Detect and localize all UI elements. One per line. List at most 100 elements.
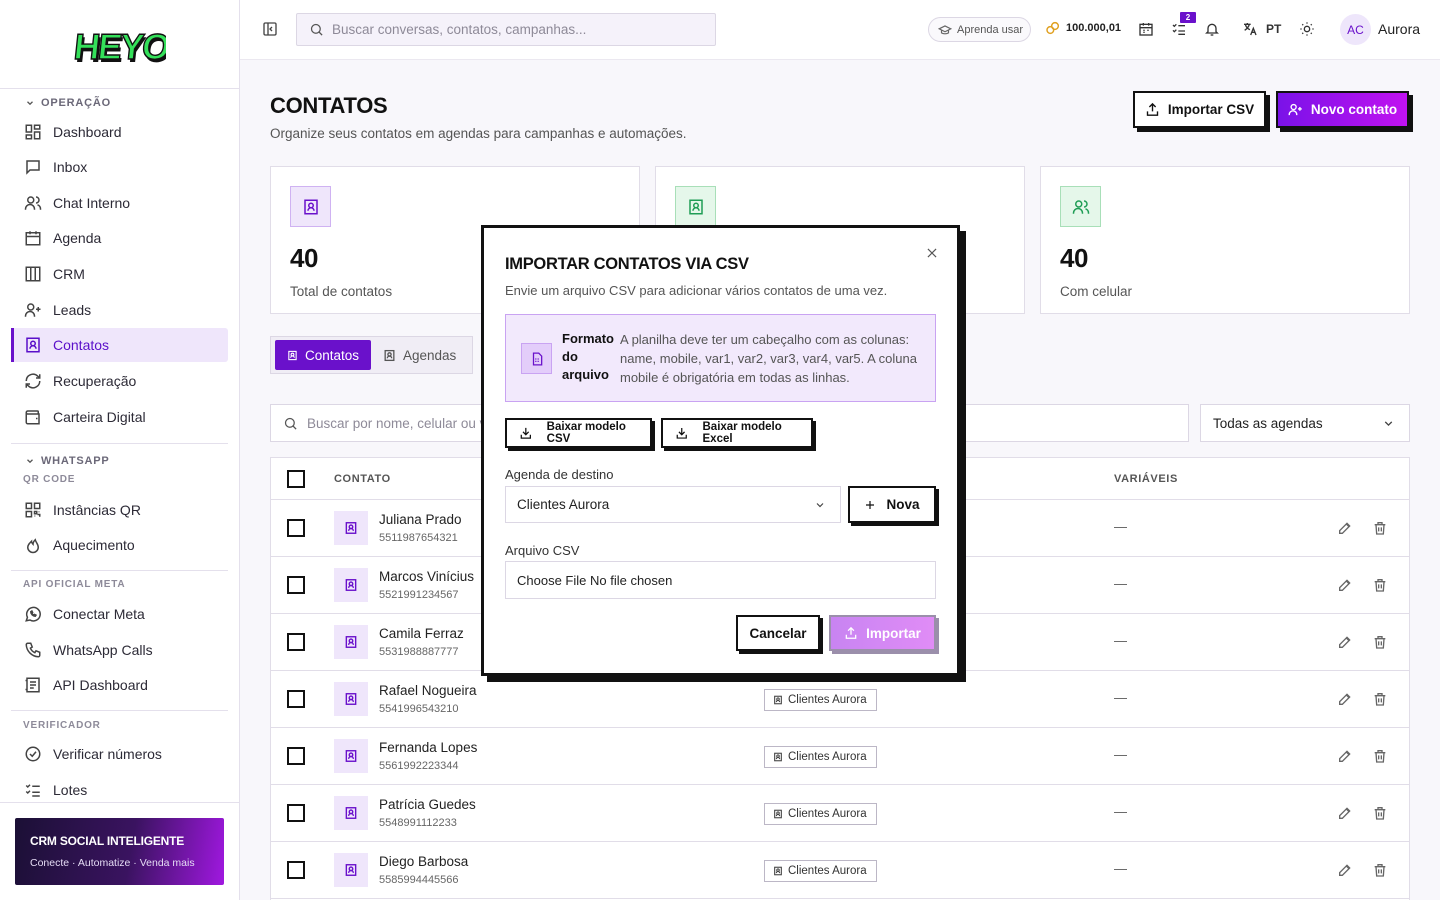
pencil-icon[interactable] <box>1337 691 1353 707</box>
language-switcher[interactable]: PT <box>1242 21 1281 37</box>
pencil-icon[interactable] <box>1337 577 1353 593</box>
translate-icon <box>1242 21 1258 37</box>
agenda-tag[interactable]: Clientes Aurora <box>764 860 877 882</box>
column-header-contato[interactable]: CONTATO <box>334 473 391 485</box>
sidebar-item-instancias-qr[interactable]: Instâncias QR <box>11 493 228 527</box>
bell-icon[interactable] <box>1204 21 1220 37</box>
new-agenda-button[interactable]: Nova <box>848 486 936 523</box>
table-row[interactable]: Fernanda Lopes 5561992223344 Clientes Au… <box>271 728 1409 785</box>
svg-text:HEYOO: HEYOO <box>74 26 166 67</box>
contact-name: Marcos Vinícius <box>379 569 475 584</box>
import-csv-modal: IMPORTAR CONTATOS VIA CSV Envie um arqui… <box>481 225 960 676</box>
agenda-tag[interactable]: Clientes Aurora <box>764 689 877 711</box>
learn-button[interactable]: Aprenda usar <box>928 17 1031 42</box>
global-search-input[interactable] <box>332 22 692 37</box>
sidebar-item-inbox[interactable]: Inbox <box>11 150 228 184</box>
select-all-checkbox[interactable] <box>287 470 305 488</box>
user-avatar[interactable]: AC <box>1340 14 1371 45</box>
csv-file-input[interactable]: Choose File No file chosen <box>505 561 936 599</box>
row-checkbox[interactable] <box>287 576 305 594</box>
import-csv-button[interactable]: Importar CSV <box>1133 91 1266 128</box>
sidebar-item-verificar-numeros[interactable]: Verificar números <box>11 737 228 771</box>
import-button[interactable]: Importar <box>829 615 936 651</box>
trash-icon[interactable] <box>1372 577 1388 593</box>
pencil-icon[interactable] <box>1337 805 1353 821</box>
row-checkbox[interactable] <box>287 861 305 879</box>
sidebar-item-crm[interactable]: CRM <box>11 257 228 291</box>
download-csv-template-button[interactable]: Baixar modelo CSV <box>505 418 652 448</box>
sidebar-item-carteira-digital[interactable]: Carteira Digital <box>11 400 228 434</box>
contact-book-icon <box>773 695 783 705</box>
pencil-icon[interactable] <box>1337 862 1353 878</box>
section-whatsapp[interactable]: WHATSAPP QR CODE <box>0 454 240 485</box>
download-excel-template-button[interactable]: Baixar modelo Excel <box>661 418 813 448</box>
inbox-icon <box>24 158 42 176</box>
trash-icon[interactable] <box>1372 748 1388 764</box>
calendar-icon[interactable] <box>1138 21 1154 37</box>
row-checkbox[interactable] <box>287 690 305 708</box>
table-row[interactable]: Diego Barbosa 5585994445566 Clientes Aur… <box>271 842 1409 899</box>
contact-name: Diego Barbosa <box>379 854 469 869</box>
modal-description: Envie um arquivo CSV para adicionar vári… <box>505 283 888 298</box>
agenda-tag[interactable]: Clientes Aurora <box>764 803 877 825</box>
chevron-down-icon[interactable] <box>25 98 35 108</box>
row-checkbox[interactable] <box>287 747 305 765</box>
sidebar-item-whatsapp-calls[interactable]: WhatsApp Calls <box>11 633 228 667</box>
contact-avatar <box>334 568 368 602</box>
table-row[interactable]: Rafael Nogueira 5541996543210 Clientes A… <box>271 671 1409 728</box>
stat-icon-box <box>675 186 716 227</box>
sidebar-item-api-dashboard[interactable]: API Dashboard <box>11 668 228 702</box>
global-search[interactable] <box>296 13 716 46</box>
chevron-down-icon[interactable] <box>25 456 35 466</box>
row-checkbox[interactable] <box>287 633 305 651</box>
tab-contatos[interactable]: Contatos <box>275 340 371 370</box>
trash-icon[interactable] <box>1372 691 1388 707</box>
contact-variables: — <box>1114 576 1127 591</box>
contact-book-icon <box>344 806 358 820</box>
row-checkbox[interactable] <box>287 519 305 537</box>
sidebar-item-contatos[interactable]: Contatos <box>11 328 228 362</box>
contact-avatar <box>334 739 368 773</box>
pencil-icon[interactable] <box>1337 520 1353 536</box>
sidebar-item-conectar-meta[interactable]: Conectar Meta <box>11 597 228 631</box>
page-subtitle: Organize seus contatos em agendas para c… <box>270 126 687 141</box>
tasks-icon[interactable] <box>1171 21 1187 37</box>
trash-icon[interactable] <box>1372 634 1388 650</box>
sidebar-toggle-icon[interactable] <box>262 21 278 37</box>
sidebar-item-aquecimento[interactable]: Aquecimento <box>11 528 228 562</box>
sidebar-item-agenda[interactable]: Agenda <box>11 221 228 255</box>
trash-icon[interactable] <box>1372 805 1388 821</box>
trash-icon[interactable] <box>1372 520 1388 536</box>
close-icon[interactable] <box>925 246 939 260</box>
stat-value: 40 <box>290 243 318 273</box>
agenda-tag[interactable]: Clientes Aurora <box>764 746 877 768</box>
tab-agendas[interactable]: Agendas <box>371 340 468 370</box>
cancel-button[interactable]: Cancelar <box>736 615 820 651</box>
agenda-select-value: Clientes Aurora <box>517 497 610 512</box>
heyoo-logo[interactable]: HEYOO HEYOO <box>74 20 166 70</box>
sidebar-item-leads[interactable]: Leads <box>11 293 228 327</box>
agenda-select[interactable]: Clientes Aurora <box>505 486 841 523</box>
table-row[interactable]: Patrícia Guedes 5548991112233 Clientes A… <box>271 785 1409 842</box>
sidebar-item-dashboard[interactable]: Dashboard <box>11 115 228 149</box>
format-text: A planilha deve ter um cabeçalho com as … <box>620 332 917 385</box>
sidebar-item-label: API Dashboard <box>53 677 148 693</box>
column-header-variaveis[interactable]: VARIÁVEIS <box>1114 473 1178 485</box>
sidebar-item-recuperacao[interactable]: Recuperação <box>11 364 228 398</box>
promo-banner[interactable]: CRM SOCIAL INTELIGENTE Conecte · Automat… <box>15 818 224 885</box>
new-contact-button[interactable]: Novo contato <box>1276 91 1409 128</box>
credits-balance[interactable]: 100.000,01 <box>1045 20 1121 36</box>
pencil-icon[interactable] <box>1337 748 1353 764</box>
user-name[interactable]: Aurora <box>1378 21 1420 37</box>
row-checkbox[interactable] <box>287 804 305 822</box>
sidebar-item-chat-interno[interactable]: Chat Interno <box>11 186 228 220</box>
agenda-filter-select[interactable]: Todas as agendas <box>1200 404 1410 442</box>
contact-book-icon <box>344 863 358 877</box>
contact-name: Rafael Nogueira <box>379 683 477 698</box>
pencil-icon[interactable] <box>1337 634 1353 650</box>
qr-code-icon <box>24 501 42 519</box>
trash-icon[interactable] <box>1372 862 1388 878</box>
section-operacao[interactable]: OPERAÇÃO <box>0 96 240 110</box>
sun-icon[interactable] <box>1299 21 1315 37</box>
contact-name: Fernanda Lopes <box>379 740 478 755</box>
